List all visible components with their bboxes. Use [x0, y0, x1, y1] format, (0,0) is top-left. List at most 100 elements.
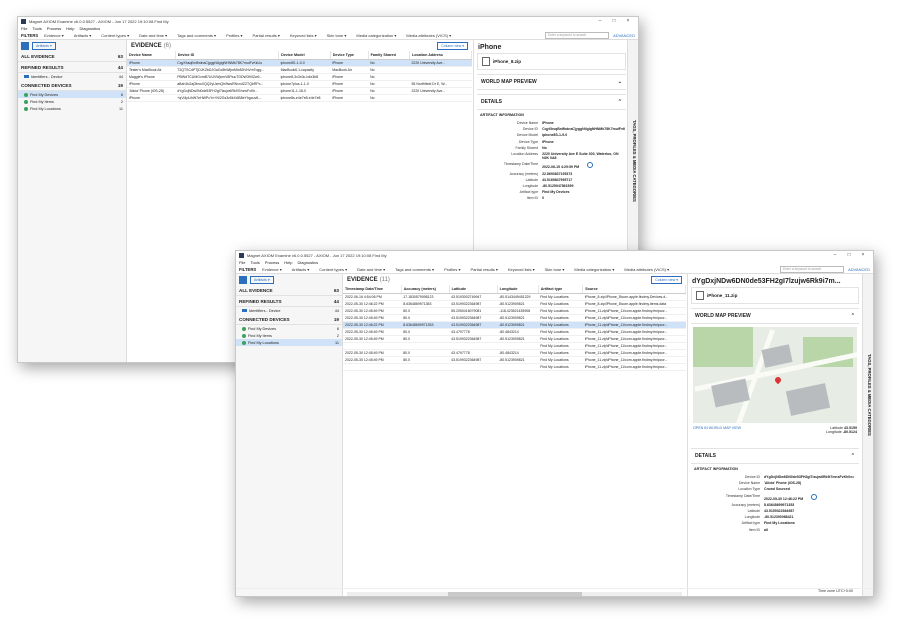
open-world-map-link[interactable]: OPEN IN WORLD MAP VIEW [693, 426, 741, 430]
connected-item-items[interactable]: Find My Items 2 [236, 332, 342, 339]
filter-profiles[interactable]: Profiles ▾ [444, 267, 460, 272]
menu-diagnostics[interactable]: Diagnostics [79, 26, 100, 31]
minimize-icon[interactable]: – [828, 252, 842, 258]
all-evidence[interactable]: ALL EVIDENCE 63 [236, 285, 342, 296]
menu-help[interactable]: Help [284, 260, 292, 265]
filter-profiles[interactable]: Profiles ▾ [226, 33, 242, 38]
menu-help[interactable]: Help [66, 26, 74, 31]
refined-item-identifiers[interactable]: Identifiers - Device 44 [18, 73, 126, 80]
search-input[interactable]: Enter a keyword to search [780, 265, 845, 273]
table-row[interactable]: 2022-06-16 4:54:06 PM 17.1830579098123 43.… [343, 293, 686, 301]
maximize-icon[interactable]: □ [607, 18, 621, 24]
table-row[interactable]: Maggie's iPhone PBWdTCUMGvmB7UUVWjcmV8Ftu… [127, 73, 472, 81]
column-header[interactable]: Accuracy (meters) [401, 285, 450, 294]
clock-icon[interactable] [811, 493, 818, 500]
filter-media-attr[interactable]: Media attributes (VICS) ▾ [406, 33, 451, 38]
column-header[interactable]: Device ID [175, 51, 280, 60]
source-file[interactable]: iPhone_8.zip [477, 53, 626, 70]
table-row[interactable]: Tester's MacBook Air T2QTSCdPTjDJKZbDJGaG… [127, 66, 472, 74]
connected-item-devices[interactable]: Find My Devices 6 [236, 325, 342, 332]
all-evidence[interactable]: ALL EVIDENCE 63 [18, 51, 126, 62]
table-row[interactable]: Find My Locations iPhone_11.zip\iPhone_11… [343, 342, 686, 350]
column-header[interactable]: Source [582, 285, 686, 294]
maximize-icon[interactable]: □ [842, 252, 856, 258]
filter-artifacts[interactable]: Artifacts ▾ [292, 267, 310, 272]
filter-artifacts[interactable]: Artifacts ▾ [74, 33, 92, 38]
table-row[interactable]: 2022-05-30 12:45:49 PM 80.0 43.51993223649… [343, 335, 686, 343]
menu-tools[interactable]: Tools [32, 26, 41, 31]
close-icon[interactable]: × [621, 18, 635, 24]
minimize-icon[interactable]: – [593, 18, 607, 24]
search-input[interactable]: Enter a keyword to search [545, 31, 610, 39]
close-icon[interactable]: × [856, 252, 870, 258]
artifacts-dropdown[interactable]: Artifacts ▾ [32, 41, 56, 50]
clock-icon[interactable] [587, 162, 594, 169]
home-icon[interactable] [239, 275, 247, 284]
table-row[interactable]: 2022-05-30 12:45:49 PM 80.0 43.51993223649… [343, 356, 686, 364]
refined-results[interactable]: REFINED RESULTS 44 [236, 296, 342, 307]
column-view-button[interactable]: Column view ▾ [437, 41, 468, 50]
map-preview[interactable] [693, 327, 857, 423]
column-header[interactable]: Timestamp Date/Time [343, 285, 402, 294]
filter-media-cat[interactable]: Media categorization ▾ [574, 267, 614, 272]
filter-partial[interactable]: Partial results ▾ [471, 267, 498, 272]
column-view-button[interactable]: Column view ▾ [651, 275, 682, 284]
filter-content-types[interactable]: Content types ▾ [101, 33, 129, 38]
home-icon[interactable] [21, 41, 29, 50]
filter-tags[interactable]: Tags and comments ▾ [177, 33, 216, 38]
map-preview-header[interactable]: WORLD MAP PREVIEW ⌄ [477, 74, 626, 90]
filter-content-types[interactable]: Content types ▾ [319, 267, 347, 272]
tags-profiles-tab[interactable]: TAGS, PROFILES & MEDIA CATEGORIES [862, 274, 873, 596]
filter-tags[interactable]: Tags and comments ▾ [395, 267, 434, 272]
table-row[interactable]: Find My Locations iPhone_11.zip\iPhone_11… [343, 363, 686, 371]
menu-file[interactable]: File [21, 26, 27, 31]
connected-devices[interactable]: CONNECTED DEVICES 19 [18, 80, 126, 91]
filter-evidence[interactable]: Evidence ▾ [44, 33, 64, 38]
menu-tools[interactable]: Tools [250, 260, 259, 265]
refined-item-identifiers[interactable]: Identifiers - Device 44 [236, 307, 342, 314]
filter-date-time[interactable]: Date and time ▾ [139, 33, 167, 38]
menu-process[interactable]: Process [47, 26, 61, 31]
table-row[interactable]: 2022-05-30 12:46:22 PM 8.63648699971353 43… [343, 321, 686, 329]
source-file[interactable]: iPhone_11.zip [691, 287, 859, 304]
table-row[interactable]: 2022-05-30 12:46:22 PM 8.6364869971353 43.… [343, 300, 686, 308]
filter-keywords[interactable]: Keyword lists ▾ [508, 267, 535, 272]
connected-item-locations[interactable]: Find My Locations 11 [236, 339, 342, 346]
menu-process[interactable]: Process [265, 260, 279, 265]
filter-skin-tone[interactable]: Skin tone ▾ [327, 33, 347, 38]
table-row[interactable]: 2022-05-30 12:45:49 PM 80.0 55.20504160790… [343, 307, 686, 315]
advanced-link[interactable]: ADVANCED [848, 267, 870, 272]
table-row[interactable]: iPhone +qVI4pUhW7eHWPcYn+N/2Gs3z5kXAB8eYh… [127, 94, 472, 102]
column-header[interactable]: Location Address [409, 51, 473, 60]
table-row[interactable]: 2022-05-30 12:45:49 PM 80.0 43.51993223649… [343, 314, 686, 322]
refined-results[interactable]: REFINED RESULTS 44 [18, 62, 126, 73]
filter-date-time[interactable]: Date and time ▾ [357, 267, 385, 272]
table-row[interactable]: iPhone CqyXhsqBnIfhdnaCjyggNiIgIgNHNMk78K… [127, 59, 472, 67]
table-row[interactable]: 2022-05-30 12:45:49 PM 80.0 43.4797778 -80.… [343, 328, 686, 336]
advanced-link[interactable]: ADVANCED [613, 33, 635, 38]
details-header[interactable]: DETAILS ⌃ [477, 94, 626, 110]
filter-evidence[interactable]: Evidence ▾ [262, 267, 282, 272]
artifacts-dropdown[interactable]: Artifacts ▾ [250, 275, 274, 284]
connected-item-locations[interactable]: Find My Locations 11 [18, 105, 126, 112]
filter-keywords[interactable]: Keyword lists ▾ [290, 33, 317, 38]
column-header[interactable]: Latitude [449, 285, 498, 294]
column-header[interactable]: Device Name [127, 51, 176, 60]
table-row[interactable]: 'Alicia' Phone (iOS-28) dYgDxjNDw0N0de53F… [127, 87, 472, 95]
table-row[interactable]: 2022-05-30 12:45:49 PM 80.0 43.4797778 -80.… [343, 349, 686, 357]
map-preview-header[interactable]: WORLD MAP PREVIEW ⌃ [691, 308, 859, 324]
table-row[interactable]: iPhone aBah1b2aj3bnoXQQ2yUzmQhi9wsRNvn4ZZ… [127, 80, 472, 88]
column-header[interactable]: Device Type [330, 51, 369, 60]
filter-media-attr[interactable]: Media attributes (VICS) ▾ [624, 267, 669, 272]
connected-devices[interactable]: CONNECTED DEVICES 19 [236, 314, 342, 325]
menu-diagnostics[interactable]: Diagnostics [297, 260, 318, 265]
column-header[interactable]: Longitude [497, 285, 539, 294]
column-header[interactable]: Artifact type [538, 285, 584, 294]
column-header[interactable]: Family Shared [368, 51, 410, 60]
column-header[interactable]: Device Model [278, 51, 331, 60]
filter-media-cat[interactable]: Media categorization ▾ [356, 33, 396, 38]
filter-partial[interactable]: Partial results ▾ [253, 33, 280, 38]
menu-file[interactable]: File [239, 260, 245, 265]
details-header[interactable]: DETAILS ⌃ [691, 448, 859, 464]
filter-skin-tone[interactable]: Skin tone ▾ [545, 267, 565, 272]
